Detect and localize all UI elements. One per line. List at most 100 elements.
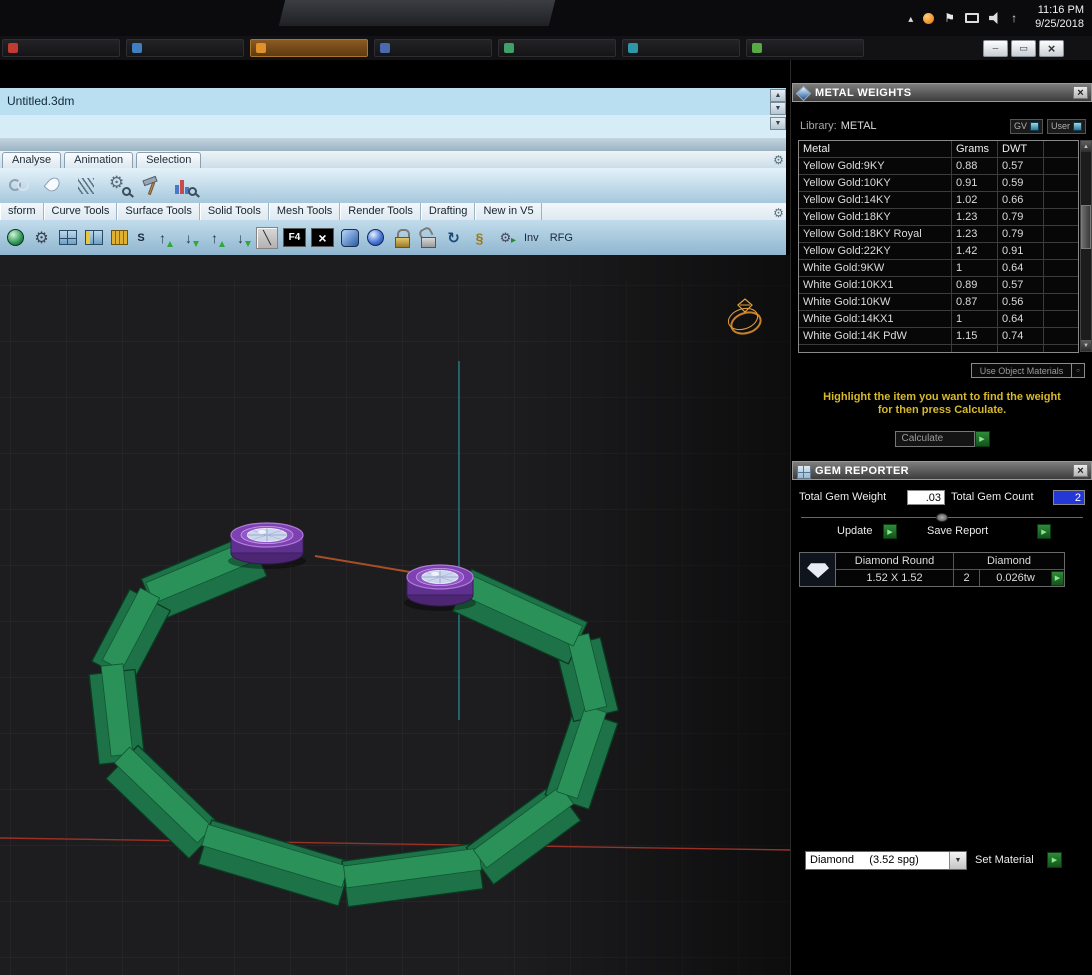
tool-tab[interactable]: Render Tools [340, 203, 421, 220]
metal-row[interactable]: White Gold:14K PdW 1.15 0.74 [799, 328, 1078, 345]
close-gem-reporter-button[interactable] [1073, 464, 1088, 477]
rotate-icon[interactable] [443, 227, 464, 249]
command-history[interactable]: Untitled.3dm [0, 88, 786, 115]
options-search-icon[interactable] [106, 173, 132, 199]
close-window-button[interactable] [1039, 40, 1064, 57]
metal-row-partial[interactable] [799, 345, 1078, 352]
invert-button[interactable]: Inv [521, 227, 542, 249]
material-select[interactable]: Diamond (3.52 spg) [805, 851, 967, 870]
taskbar-item[interactable] [2, 39, 120, 57]
menu-tab[interactable]: Selection [136, 152, 202, 168]
metal-row[interactable]: White Gold:10KX1 0.89 0.57 [799, 277, 1078, 294]
clear-viewport-button[interactable] [311, 228, 334, 247]
show-hidden-icons-chevron-icon[interactable] [908, 9, 913, 27]
display-icon[interactable] [965, 13, 980, 23]
tool-tab[interactable]: Curve Tools [43, 203, 118, 220]
f4-button[interactable]: F4 [283, 228, 306, 247]
gear-arrow-icon[interactable] [495, 227, 516, 249]
save-report-arrow-button[interactable] [1037, 524, 1051, 539]
scrollbar-thumb[interactable] [1081, 205, 1091, 249]
total-gem-count-value[interactable]: 2 [1053, 490, 1085, 505]
tray-app-icon[interactable] [923, 12, 935, 24]
set-material-arrow-button[interactable] [1047, 852, 1062, 868]
menu-tab[interactable]: Analyse [2, 152, 62, 168]
hammer-icon[interactable] [139, 173, 165, 199]
tool-tab[interactable]: Solid Tools [199, 203, 269, 220]
restore-button[interactable] [1011, 40, 1036, 57]
metal-row[interactable]: White Gold:9KW 1 0.64 [799, 260, 1078, 277]
tool-tab[interactable]: sform [0, 203, 44, 220]
lock-icon[interactable] [391, 227, 412, 249]
metal-row[interactable]: White Gold:10KW 0.87 0.56 [799, 294, 1078, 311]
move-down-icon[interactable] [178, 227, 199, 249]
metal-row[interactable]: Yellow Gold:9KY 0.88 0.57 [799, 158, 1078, 175]
metal-row[interactable]: Yellow Gold:22KY 1.42 0.91 [799, 243, 1078, 260]
tool-tab[interactable]: Surface Tools [117, 203, 200, 220]
clock[interactable]: 11:16 PM 9/25/2018 [1035, 4, 1084, 32]
calculate-button[interactable]: Calculate [894, 431, 975, 447]
volume-icon[interactable] [989, 12, 998, 24]
metal-weights-header[interactable]: METAL WEIGHTS [792, 83, 1092, 102]
upload-icon[interactable] [1011, 9, 1017, 27]
metal-row[interactable]: White Gold:14KX1 1 0.64 [799, 311, 1078, 328]
gem-row-values[interactable]: 1.52 X 1.52 2 0.026tw [836, 570, 1064, 586]
gear-icon[interactable] [771, 204, 786, 219]
metal-row[interactable]: Yellow Gold:14KY 1.02 0.66 [799, 192, 1078, 209]
command-line[interactable] [0, 115, 786, 138]
splitter-knob-icon[interactable] [936, 513, 948, 522]
tool-tab[interactable]: Mesh Tools [268, 203, 341, 220]
settings-gear-icon[interactable] [31, 227, 52, 249]
update-button[interactable]: Update [837, 525, 872, 537]
s-shortcut-label[interactable]: S [135, 227, 147, 249]
diagonal-line-icon[interactable] [256, 226, 278, 249]
scrollbar-up-icon[interactable] [1081, 141, 1091, 152]
gv-button[interactable]: GV [1009, 118, 1043, 134]
update-arrow-button[interactable] [883, 524, 897, 539]
tool-tab[interactable]: New in V5 [475, 203, 542, 220]
blue-sphere-icon[interactable] [365, 227, 386, 249]
metal-row[interactable]: Yellow Gold:18KY Royal 1.23 0.79 [799, 226, 1078, 243]
close-metal-weights-button[interactable] [1073, 86, 1088, 99]
taskbar-item[interactable] [622, 39, 740, 57]
gem-reporter-header[interactable]: GEM REPORTER [792, 461, 1092, 480]
taskbar-item[interactable] [374, 39, 492, 57]
unlock-icon[interactable] [417, 227, 438, 249]
set-material-button[interactable]: Set Material [975, 854, 1034, 866]
lower-icon[interactable] [230, 227, 251, 249]
save-report-button[interactable]: Save Report [927, 525, 988, 537]
gem-row-arrow-button[interactable] [1051, 570, 1064, 586]
spring-icon[interactable] [469, 227, 490, 249]
taskbar-item[interactable] [498, 39, 616, 57]
panel-splitter[interactable] [801, 513, 1083, 522]
menu-tab[interactable]: Animation [64, 152, 134, 168]
layer-grid-icon[interactable] [57, 227, 78, 249]
metal-row[interactable]: Yellow Gold:18KY 1.23 0.79 [799, 209, 1078, 226]
scroll-down-button2[interactable] [770, 117, 786, 130]
viewport[interactable] [0, 255, 791, 975]
minimize-button[interactable] [983, 40, 1008, 57]
linked-rings-icon[interactable] [7, 173, 33, 199]
gear-icon[interactable] [771, 151, 786, 166]
layer-grid2-icon[interactable] [83, 227, 104, 249]
user-button[interactable]: User [1046, 118, 1086, 134]
total-gem-weight-value[interactable]: .03 [907, 490, 945, 505]
blue-panel-icon[interactable] [339, 227, 360, 249]
taskbar-item[interactable] [126, 39, 244, 57]
scroll-down-button[interactable] [770, 102, 786, 115]
raise-icon[interactable] [204, 227, 225, 249]
dropdown-arrow-icon[interactable] [949, 852, 966, 869]
tool-tab[interactable]: Drafting [420, 203, 476, 220]
hatch-lines-icon[interactable] [73, 173, 99, 199]
metal-table-scrollbar[interactable] [1080, 140, 1092, 352]
taskbar-item[interactable] [746, 39, 864, 57]
claw-icon[interactable] [40, 173, 66, 199]
flag-icon[interactable] [944, 9, 955, 27]
chart-analysis-icon[interactable] [172, 173, 198, 199]
viewport-3d-scene[interactable] [0, 255, 791, 975]
use-object-materials-control[interactable]: Use Object Materials [971, 363, 1085, 378]
render-sphere-icon[interactable] [5, 227, 26, 249]
metal-row[interactable]: Yellow Gold:10KY 0.91 0.59 [799, 175, 1078, 192]
taskbar-item-active[interactable] [250, 39, 368, 57]
scroll-up-button[interactable] [770, 89, 786, 102]
move-up-icon[interactable] [152, 227, 173, 249]
